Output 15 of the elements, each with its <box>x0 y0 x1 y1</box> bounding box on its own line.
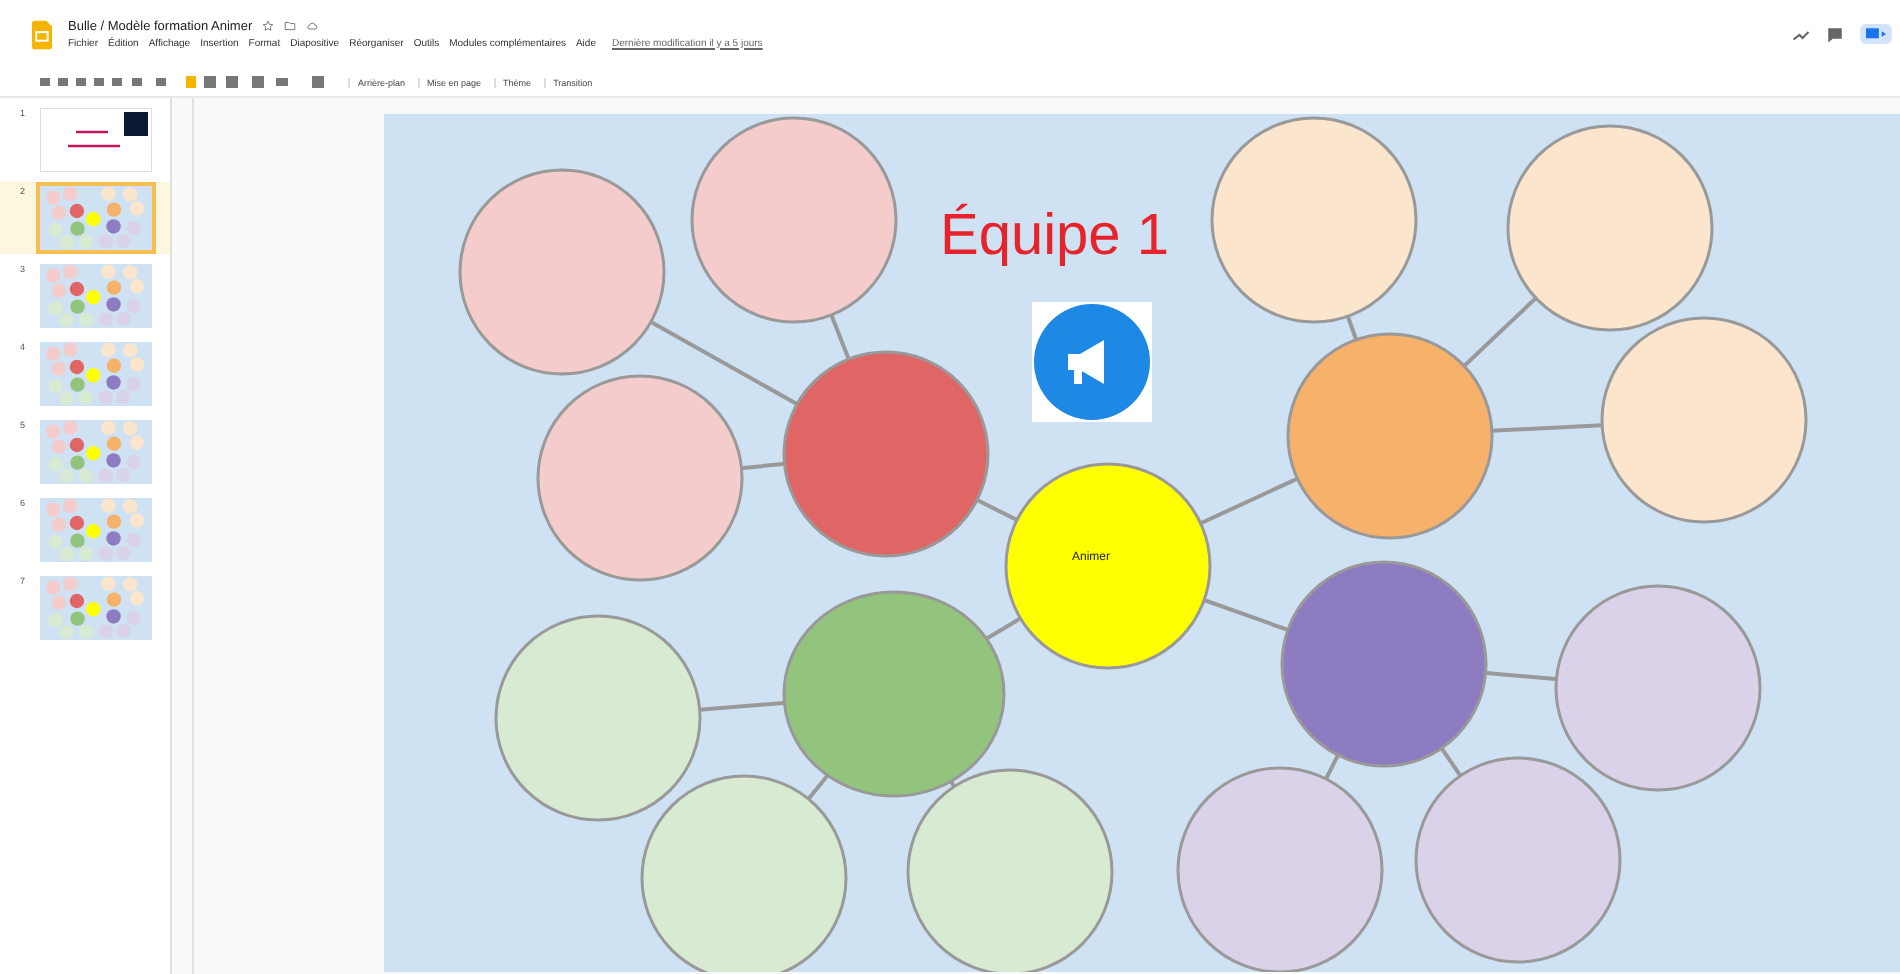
slide-thumbnail[interactable] <box>40 342 152 406</box>
present-button[interactable] <box>1860 24 1892 44</box>
megaphone-icon <box>1032 302 1152 422</box>
slide-thumbnail[interactable] <box>40 108 152 172</box>
comment-icon[interactable] <box>1826 25 1844 43</box>
slide-thumbnail[interactable] <box>40 498 152 562</box>
slides-logo-icon[interactable] <box>32 19 52 49</box>
slide-thumbnail[interactable] <box>40 186 152 250</box>
slide-thumbnail[interactable] <box>40 576 152 640</box>
star-icon[interactable] <box>262 20 275 32</box>
folder-icon[interactable] <box>284 20 297 32</box>
slide-title: Équipe 1 <box>940 204 1169 270</box>
slide-thumbnail[interactable] <box>40 264 152 328</box>
cloud-icon[interactable] <box>306 20 319 32</box>
slide-thumbnail[interactable] <box>40 420 152 484</box>
